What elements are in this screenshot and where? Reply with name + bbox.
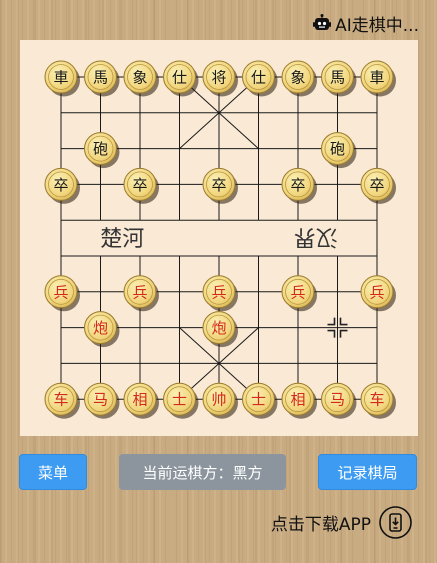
piece-label: 象 bbox=[132, 69, 147, 87]
piece-label: 相 bbox=[132, 391, 147, 409]
piece-label: 相 bbox=[290, 391, 305, 409]
piece-red[interactable]: 相 bbox=[123, 382, 159, 419]
river-label-right: 汉界 bbox=[294, 224, 338, 249]
piece-label: 兵 bbox=[369, 283, 384, 301]
piece-label: 象 bbox=[290, 69, 305, 87]
piece-label: 兵 bbox=[211, 283, 226, 301]
piece-label: 将 bbox=[211, 69, 226, 87]
ai-status: AI走棋中... bbox=[313, 10, 419, 36]
menu-button[interactable]: 菜单 bbox=[19, 454, 87, 490]
piece-black[interactable]: 象 bbox=[123, 60, 159, 97]
piece-label: 车 bbox=[53, 391, 68, 409]
piece-label: 砲 bbox=[330, 140, 345, 158]
piece-red[interactable]: 兵 bbox=[202, 275, 238, 312]
piece-black[interactable]: 車 bbox=[44, 60, 80, 97]
download-app-label: 点击下载APP bbox=[270, 514, 371, 535]
piece-black[interactable]: 馬 bbox=[84, 60, 120, 97]
piece-black[interactable]: 卒 bbox=[123, 167, 159, 204]
piece-black[interactable]: 卒 bbox=[202, 167, 238, 204]
ai-status-text: AI走棋中... bbox=[335, 15, 419, 36]
piece-red[interactable]: 士 bbox=[163, 382, 199, 419]
piece-black[interactable]: 卒 bbox=[360, 167, 396, 204]
piece-label: 仕 bbox=[251, 69, 266, 87]
piece-black[interactable]: 車 bbox=[360, 60, 396, 97]
piece-red[interactable]: 兵 bbox=[281, 275, 317, 312]
piece-red[interactable]: 车 bbox=[360, 382, 396, 419]
piece-label: 馬 bbox=[330, 69, 345, 87]
piece-label: 仕 bbox=[172, 69, 187, 87]
chess-board[interactable]: 楚河 汉界 車馬象仕将仕象馬車砲砲卒卒卒卒卒兵兵兵兵兵炮炮车马相士帅士相马车 bbox=[20, 40, 418, 436]
piece-label: 马 bbox=[330, 391, 345, 409]
piece-label: 卒 bbox=[290, 176, 305, 194]
piece-label: 炮 bbox=[93, 319, 108, 337]
piece-red[interactable]: 相 bbox=[281, 382, 317, 419]
robot-icon bbox=[313, 14, 332, 30]
piece-black[interactable]: 将 bbox=[202, 60, 238, 97]
piece-red[interactable]: 士 bbox=[242, 382, 278, 419]
piece-black[interactable]: 馬 bbox=[321, 60, 357, 97]
piece-label: 車 bbox=[53, 69, 68, 87]
piece-red[interactable]: 马 bbox=[84, 382, 120, 419]
piece-black[interactable]: 砲 bbox=[84, 132, 120, 169]
piece-label: 兵 bbox=[290, 283, 305, 301]
piece-black[interactable]: 卒 bbox=[281, 167, 317, 204]
current-turn-indicator: 当前运棋方：黑方 bbox=[119, 454, 286, 490]
piece-red[interactable]: 马 bbox=[321, 382, 357, 419]
piece-label: 車 bbox=[369, 69, 384, 87]
piece-red[interactable]: 兵 bbox=[360, 275, 396, 312]
piece-label: 卒 bbox=[53, 176, 68, 194]
piece-label: 兵 bbox=[53, 283, 68, 301]
piece-label: 卒 bbox=[132, 176, 147, 194]
piece-label: 卒 bbox=[211, 176, 226, 194]
piece-label: 馬 bbox=[93, 69, 108, 87]
piece-label: 炮 bbox=[211, 319, 226, 337]
piece-label: 士 bbox=[172, 391, 187, 409]
piece-label: 卒 bbox=[369, 176, 384, 194]
piece-black[interactable]: 砲 bbox=[321, 132, 357, 169]
piece-black[interactable]: 仕 bbox=[163, 60, 199, 97]
piece-black[interactable]: 象 bbox=[281, 60, 317, 97]
piece-label: 车 bbox=[369, 391, 384, 409]
piece-label: 士 bbox=[251, 391, 266, 409]
piece-label: 马 bbox=[93, 391, 108, 409]
piece-red[interactable]: 炮 bbox=[202, 311, 238, 348]
piece-label: 帅 bbox=[211, 391, 226, 409]
piece-black[interactable]: 卒 bbox=[44, 167, 80, 204]
piece-red[interactable]: 车 bbox=[44, 382, 80, 419]
piece-red[interactable]: 帅 bbox=[202, 382, 238, 419]
piece-red[interactable]: 兵 bbox=[123, 275, 159, 312]
record-game-button[interactable]: 记录棋局 bbox=[318, 454, 417, 490]
download-app-link[interactable]: 点击下载APP bbox=[271, 505, 412, 539]
piece-label: 兵 bbox=[132, 283, 147, 301]
river-label-left: 楚河 bbox=[100, 227, 144, 252]
board-grid: 楚河 汉界 車馬象仕将仕象馬車砲 砲卒卒卒卒卒兵兵兵兵兵炮 炮车马相士帅士相马车 bbox=[44, 60, 396, 419]
piece-red[interactable]: 炮 bbox=[84, 311, 120, 348]
phone-download-icon bbox=[379, 505, 412, 539]
piece-label: 砲 bbox=[93, 140, 108, 158]
piece-black[interactable]: 仕 bbox=[242, 60, 278, 97]
piece-red[interactable]: 兵 bbox=[44, 275, 80, 312]
